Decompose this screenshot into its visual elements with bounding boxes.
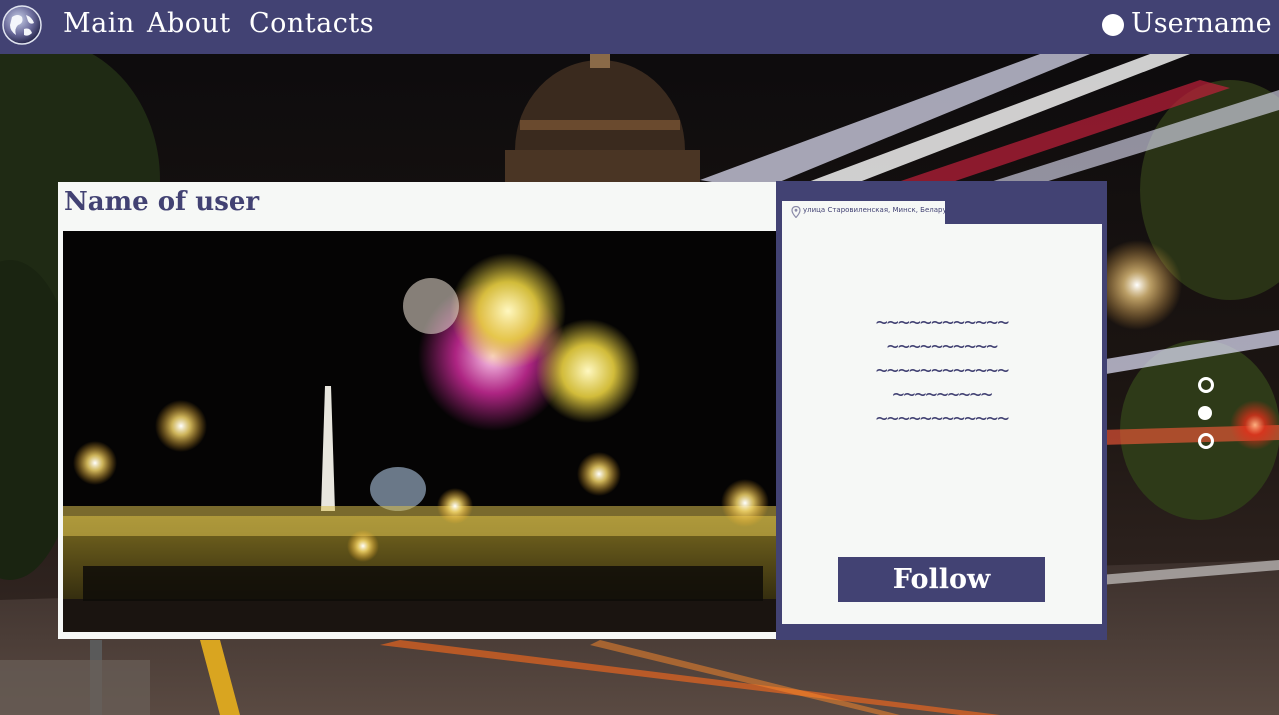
nav-link-contacts[interactable]: Contacts [249, 8, 374, 39]
profile-info-panel: ~~~~~~~~~~~~ ~~~~~~~~~~ ~~~~~~~~~~~~ ~~~… [782, 224, 1102, 624]
profile-photo-card: Name of user [58, 182, 778, 639]
info-line: ~~~~~~~~~ [892, 382, 992, 406]
nav-link-about[interactable]: About [147, 8, 231, 39]
info-line: ~~~~~~~~~~~~ [875, 406, 1010, 430]
info-line: ~~~~~~~~~~ [886, 334, 998, 358]
username-link[interactable]: Username [1131, 8, 1272, 39]
slider-dot-3[interactable] [1198, 433, 1214, 449]
slider-dot-1[interactable] [1198, 377, 1214, 393]
fireworks-photo [63, 231, 776, 632]
top-navigation-bar: Main About Contacts Username [0, 0, 1279, 54]
location-text: улица Старовиленская, Минск, Белару [803, 206, 947, 214]
follow-button[interactable]: Follow [838, 557, 1045, 602]
profile-info-card: улица Старовиленская, Минск, Белару ~~~~… [776, 181, 1107, 640]
globe-icon[interactable] [2, 5, 42, 45]
info-line: ~~~~~~~~~~~~ [875, 358, 1010, 382]
location-tab[interactable]: улица Старовиленская, Минск, Белару [782, 201, 947, 225]
nav-link-main[interactable]: Main [63, 8, 135, 39]
map-pin-icon [791, 206, 801, 218]
slider-dot-2-active[interactable] [1198, 406, 1212, 420]
user-circle-icon[interactable] [1102, 14, 1124, 36]
info-line: ~~~~~~~~~~~~ [875, 310, 1010, 334]
user-name-heading: Name of user [64, 187, 260, 217]
